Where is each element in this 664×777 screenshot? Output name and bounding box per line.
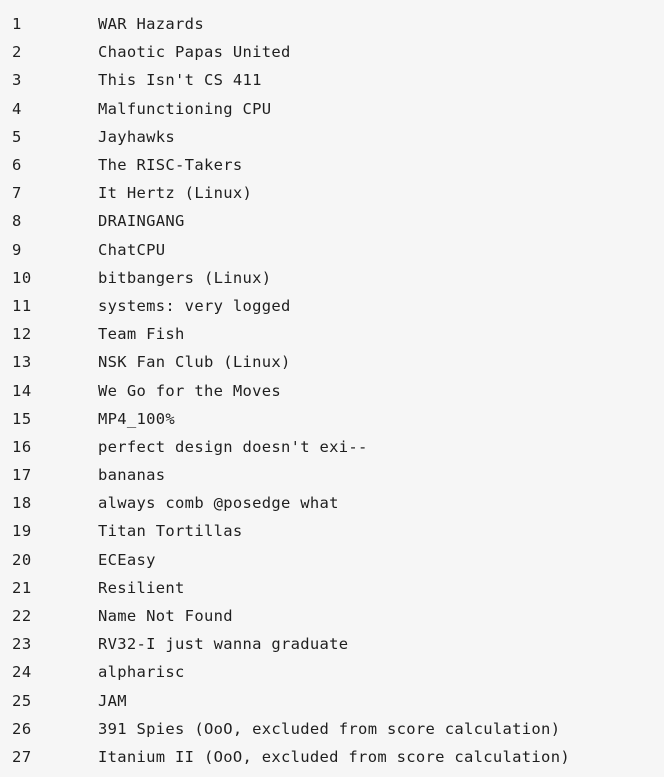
team-ranking-list: 1 WAR Hazards 2 Chaotic Papas United 3 This… <box>0 0 664 777</box>
list-item: 18 always comb @posedge what <box>12 489 664 517</box>
team-name: alpharisc <box>98 663 185 682</box>
team-name: It Hertz (Linux) <box>98 184 253 203</box>
rank-number: 11 <box>12 296 32 315</box>
rank-number: 5 <box>12 127 22 146</box>
list-item: 19 Titan Tortillas <box>12 517 664 545</box>
list-item: 14 We Go for the Moves <box>12 376 664 404</box>
team-name: WAR Hazards <box>98 15 204 34</box>
team-name: We Go for the Moves <box>98 381 282 400</box>
list-item: 7 It Hertz (Linux) <box>12 179 664 207</box>
team-name: bananas <box>98 466 166 485</box>
team-name: RV32-I just wanna graduate <box>98 635 349 654</box>
team-name: Resilient <box>98 578 185 597</box>
list-item: 22 Name Not Found <box>12 602 664 630</box>
list-item: 26 391 Spies (OoO, excluded from score ca… <box>12 715 664 743</box>
list-item: 11 systems: very logged <box>12 292 664 320</box>
rank-number: 19 <box>12 522 32 541</box>
rank-number: 18 <box>12 494 32 513</box>
list-item: 3 This Isn't CS 411 <box>12 66 664 94</box>
list-item: 4 Malfunctioning CPU <box>12 95 664 123</box>
rank-number: 20 <box>12 550 32 569</box>
rank-number: 22 <box>12 607 32 626</box>
rank-number: 10 <box>12 268 32 287</box>
team-name: always comb @posedge what <box>98 494 339 513</box>
rank-number: 16 <box>12 437 32 456</box>
list-item: 2 Chaotic Papas United <box>12 38 664 66</box>
team-name: Chaotic Papas United <box>98 43 291 62</box>
team-name: systems: very logged <box>98 296 291 315</box>
team-name: bitbangers (Linux) <box>98 268 272 287</box>
team-name: NSK Fan Club (Linux) <box>98 353 291 372</box>
list-item: 24 alpharisc <box>12 658 664 686</box>
team-name: ECEasy <box>98 550 156 569</box>
rank-number: 23 <box>12 635 32 654</box>
team-name: Titan Tortillas <box>98 522 243 541</box>
rank-number: 12 <box>12 325 32 344</box>
team-name: This Isn't CS 411 <box>98 71 262 90</box>
team-name: JAM <box>98 691 127 710</box>
team-name: The RISC-Takers <box>98 156 243 175</box>
list-item: 21 Resilient <box>12 574 664 602</box>
list-item: 1 WAR Hazards <box>12 10 664 38</box>
list-item: 12 Team Fish <box>12 320 664 348</box>
rank-number: 17 <box>12 466 32 485</box>
team-name: perfect design doesn't exi-- <box>98 437 368 456</box>
rank-number: 27 <box>12 747 32 766</box>
list-item: 16 perfect design doesn't exi-- <box>12 433 664 461</box>
rank-number: 24 <box>12 663 32 682</box>
list-item: 10 bitbangers (Linux) <box>12 264 664 292</box>
team-name: Team Fish <box>98 325 185 344</box>
rank-number: 15 <box>12 409 32 428</box>
rank-number: 14 <box>12 381 32 400</box>
list-item: 15 MP4_100% <box>12 405 664 433</box>
list-item: 20 ECEasy <box>12 546 664 574</box>
rank-number: 1 <box>12 15 22 34</box>
list-item: 6 The RISC-Takers <box>12 151 664 179</box>
list-item: 17 bananas <box>12 461 664 489</box>
team-name: Name Not Found <box>98 607 233 626</box>
list-item: 13 NSK Fan Club (Linux) <box>12 348 664 376</box>
rank-number: 8 <box>12 212 22 231</box>
rank-number: 25 <box>12 691 32 710</box>
list-item: 25 JAM <box>12 687 664 715</box>
team-name: ChatCPU <box>98 240 166 259</box>
team-name: Malfunctioning CPU <box>98 99 272 118</box>
rank-number: 7 <box>12 184 22 203</box>
list-item: 23 RV32-I just wanna graduate <box>12 630 664 658</box>
rank-number: 4 <box>12 99 22 118</box>
rank-number: 6 <box>12 156 22 175</box>
team-name: MP4_100% <box>98 409 176 428</box>
team-name: Itanium II (OoO, excluded from score cal… <box>98 747 570 766</box>
team-name: DRAINGANG <box>98 212 185 231</box>
rank-number: 2 <box>12 43 22 62</box>
rank-number: 13 <box>12 353 32 372</box>
team-name: Jayhawks <box>98 127 176 146</box>
team-name: 391 Spies (OoO, excluded from score calc… <box>98 719 561 738</box>
list-item: 9 ChatCPU <box>12 236 664 264</box>
list-item: 5 Jayhawks <box>12 123 664 151</box>
rank-number: 21 <box>12 578 32 597</box>
rank-number: 9 <box>12 240 22 259</box>
rank-number: 26 <box>12 719 32 738</box>
rank-number: 3 <box>12 71 22 90</box>
list-item: 8 DRAINGANG <box>12 207 664 235</box>
list-item: 27 Itanium II (OoO, excluded from score c… <box>12 743 664 771</box>
